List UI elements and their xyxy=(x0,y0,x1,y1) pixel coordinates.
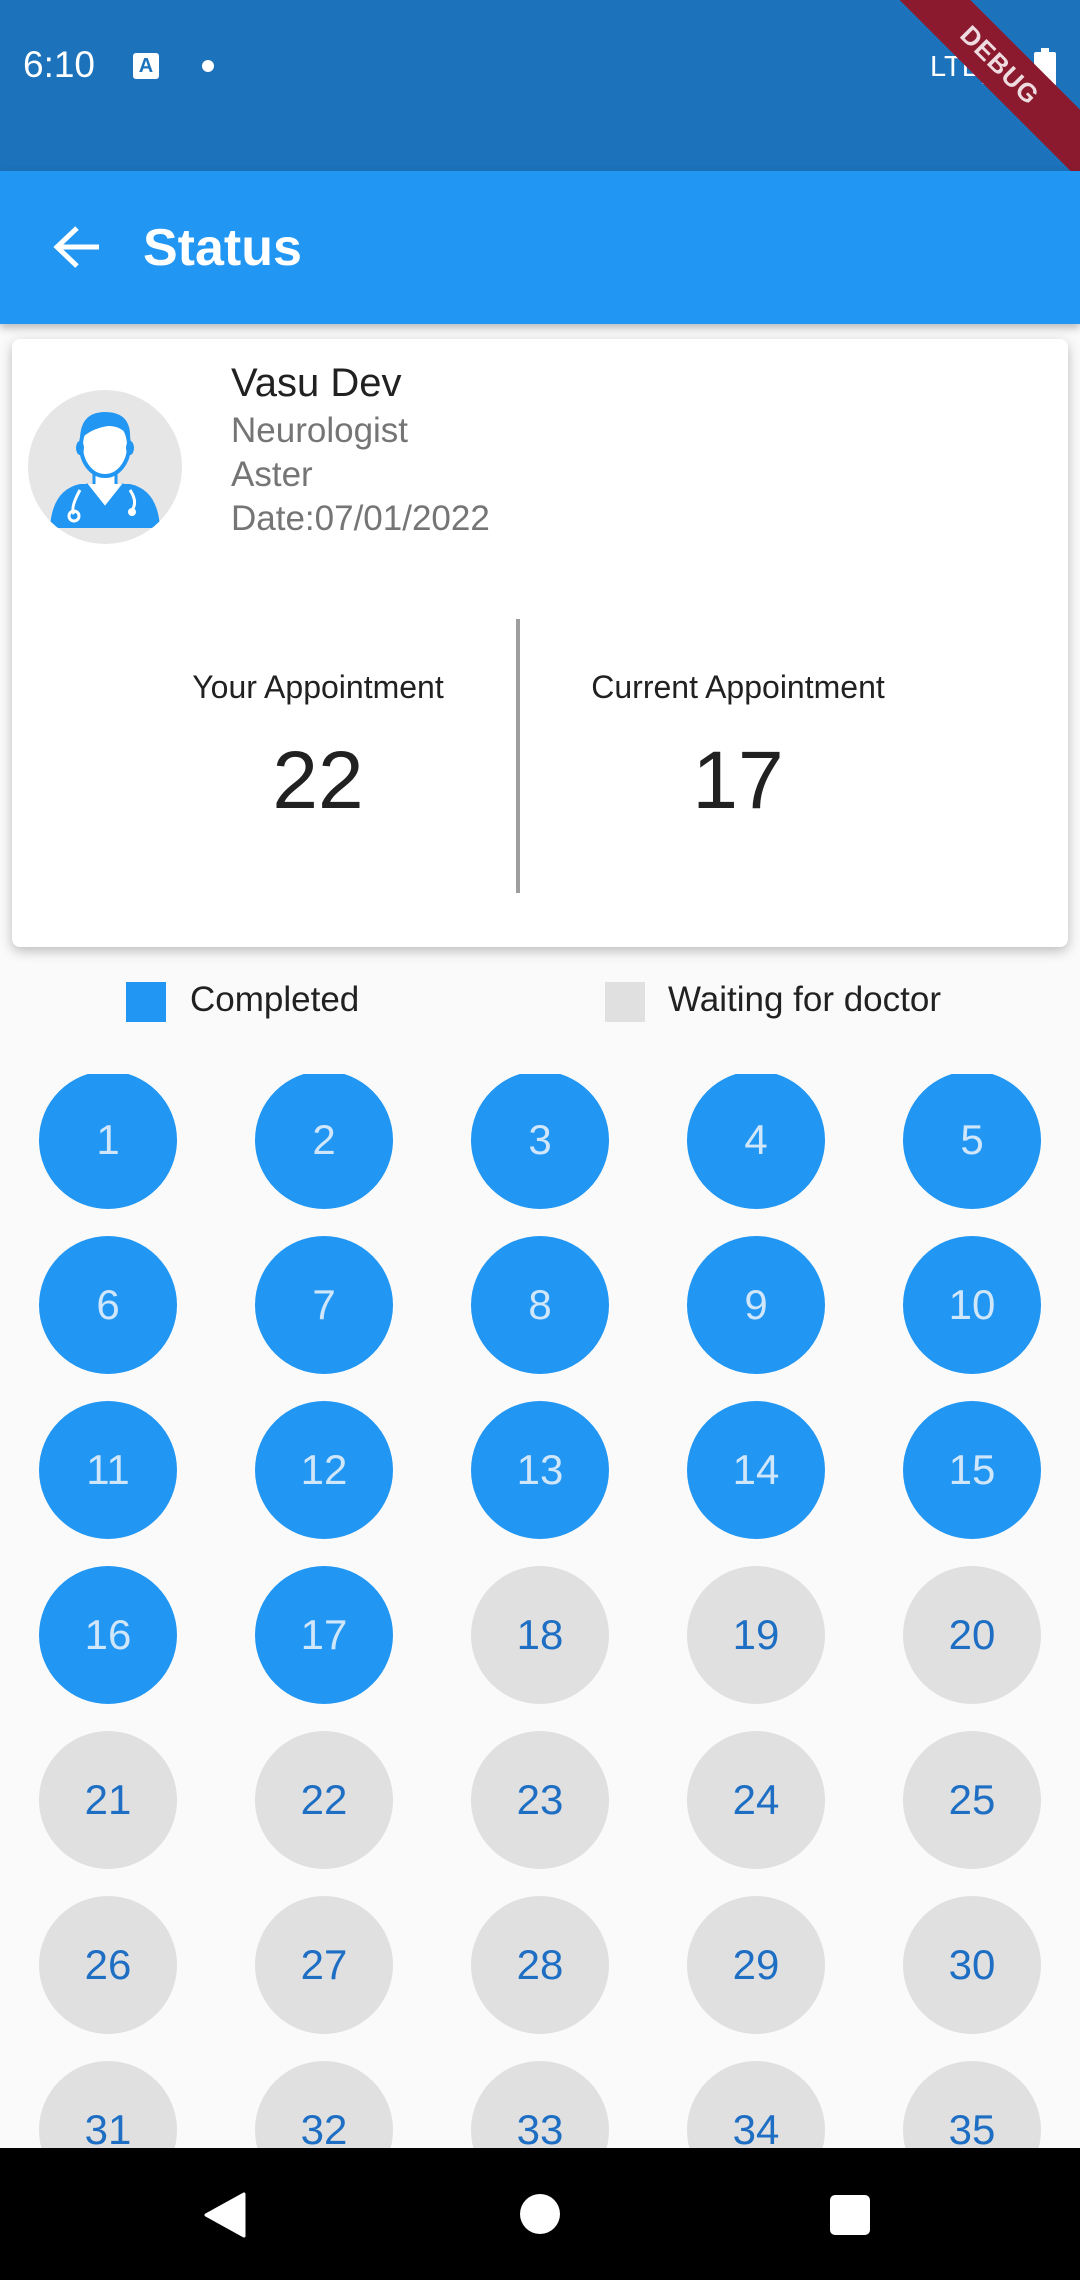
token-completed[interactable]: 9 xyxy=(687,1236,825,1374)
your-appointment-number: 22 xyxy=(272,735,364,826)
token-completed[interactable]: 5 xyxy=(903,1074,1041,1209)
token-completed[interactable]: 10 xyxy=(903,1236,1041,1374)
token-completed[interactable]: 8 xyxy=(471,1236,609,1374)
token-waiting[interactable]: 22 xyxy=(255,1731,393,1869)
token-waiting[interactable]: 27 xyxy=(255,1896,393,2034)
a-icon: A xyxy=(133,53,159,79)
legend-completed-swatch xyxy=(126,982,166,1022)
status-time: 6:10 xyxy=(23,44,96,85)
token-waiting[interactable]: 34 xyxy=(687,2061,825,2148)
doctor-info: Vasu Dev Neurologist Aster Date:07/01/20… xyxy=(231,357,490,541)
current-appointment-number: 17 xyxy=(692,735,784,826)
token-completed[interactable]: 13 xyxy=(471,1401,609,1539)
token-completed[interactable]: 1 xyxy=(39,1074,177,1209)
token-waiting[interactable]: 32 xyxy=(255,2061,393,2148)
token-completed[interactable]: 17 xyxy=(255,1566,393,1704)
back-button[interactable] xyxy=(42,207,112,287)
debug-banner: DEBUG xyxy=(876,0,1080,189)
token-completed[interactable]: 4 xyxy=(687,1074,825,1209)
app-bar: Status xyxy=(0,171,1080,324)
token-completed[interactable]: 11 xyxy=(39,1401,177,1539)
token-waiting[interactable]: 18 xyxy=(471,1566,609,1704)
token-completed[interactable]: 16 xyxy=(39,1566,177,1704)
token-waiting[interactable]: 33 xyxy=(471,2061,609,2148)
token-grid: 1 2 3 4 5 6 7 8 9 10 11 12 13 14 15 16 17 18 19 20 21 22 23 24 2… xyxy=(0,1074,1080,2148)
nav-home-icon[interactable] xyxy=(520,2194,560,2234)
nav-recents-icon[interactable] xyxy=(830,2195,870,2235)
token-completed[interactable]: 15 xyxy=(903,1401,1041,1539)
token-completed[interactable]: 12 xyxy=(255,1401,393,1539)
current-appointment-label: Current Appointment xyxy=(591,669,885,705)
legend-waiting-swatch xyxy=(605,982,645,1022)
token-waiting[interactable]: 26 xyxy=(39,1896,177,2034)
token-waiting[interactable]: 19 xyxy=(687,1566,825,1704)
your-appointment: Your Appointment 22 xyxy=(78,669,558,828)
token-completed[interactable]: 3 xyxy=(471,1074,609,1209)
doctor-icon xyxy=(50,412,160,528)
token-completed[interactable]: 2 xyxy=(255,1074,393,1209)
token-waiting[interactable]: 31 xyxy=(39,2061,177,2148)
doctor-avatar xyxy=(28,390,182,544)
page-title: Status xyxy=(143,219,302,277)
doctor-specialty: Neurologist xyxy=(231,411,409,450)
token-waiting[interactable]: 20 xyxy=(903,1566,1041,1704)
token-completed[interactable]: 14 xyxy=(687,1401,825,1539)
token-waiting[interactable]: 29 xyxy=(687,1896,825,2034)
token-waiting[interactable]: 35 xyxy=(903,2061,1041,2148)
status-bar: 6:10 A LTE DEBUG xyxy=(0,0,1080,189)
token-waiting[interactable]: 23 xyxy=(471,1731,609,1869)
arrow-back-icon xyxy=(53,226,99,268)
dot-icon xyxy=(202,60,214,72)
doctor-hospital: Aster xyxy=(231,455,313,494)
doctor-card: Vasu Dev Neurologist Aster Date:07/01/20… xyxy=(12,339,1068,947)
appointment-date: Date:07/01/2022 xyxy=(231,499,490,538)
nav-back-icon[interactable] xyxy=(204,2192,246,2238)
token-completed[interactable]: 7 xyxy=(255,1236,393,1374)
token-waiting[interactable]: 25 xyxy=(903,1731,1041,1869)
token-waiting[interactable]: 24 xyxy=(687,1731,825,1869)
current-appointment: Current Appointment 17 xyxy=(498,669,978,828)
token-waiting[interactable]: 21 xyxy=(39,1731,177,1869)
legend-completed-label: Completed xyxy=(190,980,360,1019)
doctor-name: Vasu Dev xyxy=(231,361,402,405)
token-waiting[interactable]: 28 xyxy=(471,1896,609,2034)
your-appointment-label: Your Appointment xyxy=(192,669,444,705)
navigation-bar xyxy=(0,2148,1080,2280)
legend-waiting-label: Waiting for doctor xyxy=(668,980,941,1019)
token-waiting[interactable]: 30 xyxy=(903,1896,1041,2034)
token-completed[interactable]: 6 xyxy=(39,1236,177,1374)
